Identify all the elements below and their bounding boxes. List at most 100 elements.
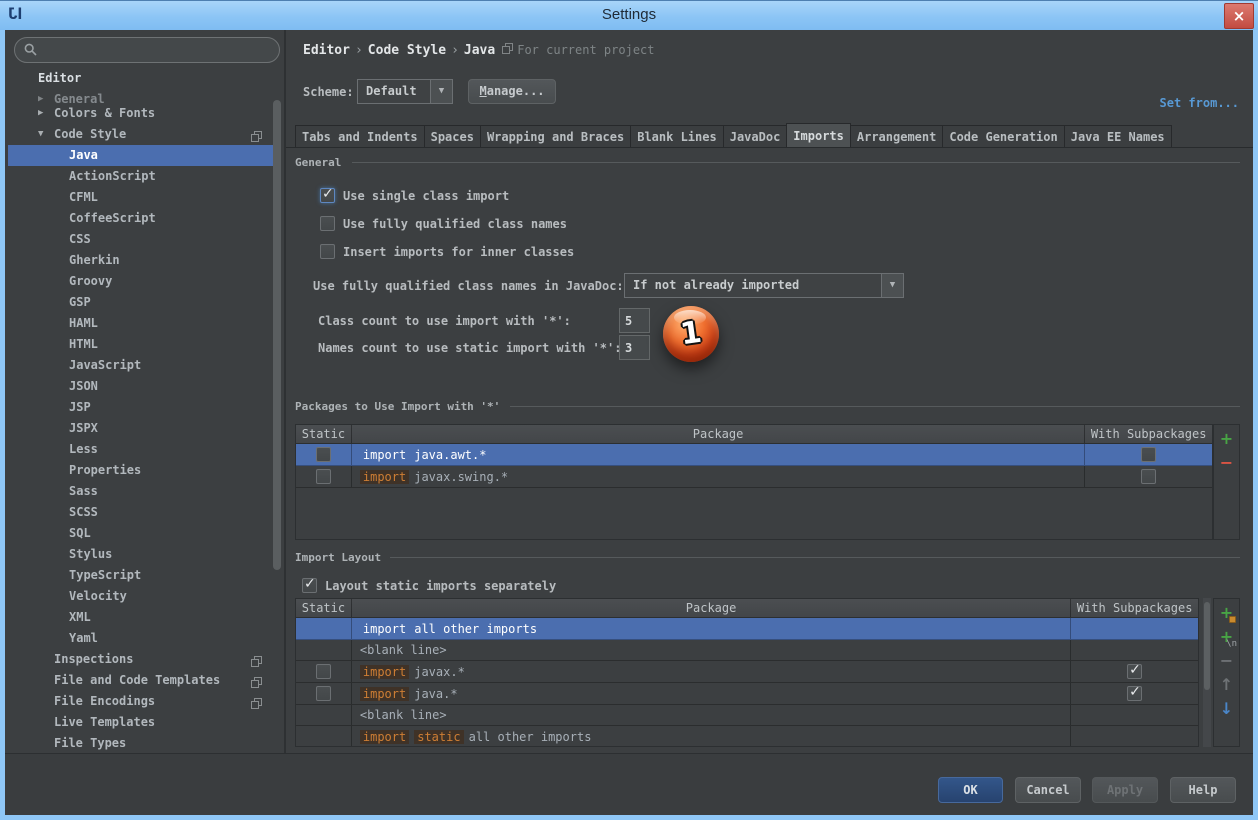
sidebar-item-html[interactable]: HTML	[5, 334, 284, 355]
static-checkbox[interactable]	[316, 686, 331, 701]
scrollbar-thumb[interactable]	[1204, 602, 1210, 690]
names-count-input[interactable]	[619, 335, 650, 360]
search-input[interactable]	[43, 40, 271, 60]
javadoc-select[interactable]: If not already imported ▼	[624, 273, 904, 298]
import-layout-table-row[interactable]: importjavax.*	[296, 661, 1198, 683]
sidebar-item-file-types[interactable]: File Types	[5, 733, 284, 753]
column-header-package[interactable]: Package	[352, 425, 1085, 443]
tab-wrapping-and-braces[interactable]: Wrapping and Braces	[480, 125, 631, 147]
manage-button[interactable]: Manage...	[468, 79, 556, 104]
breadcrumb-editor[interactable]: Editor	[303, 43, 350, 58]
static-checkbox[interactable]	[316, 469, 331, 484]
add-package-button[interactable]: +	[1214, 602, 1239, 626]
breadcrumb-java[interactable]: Java	[464, 43, 495, 58]
sidebar-item-typescript[interactable]: TypeScript	[5, 565, 284, 586]
sidebar-item-stylus[interactable]: Stylus	[5, 544, 284, 565]
tree-item-label: Less	[69, 442, 98, 456]
tab-imports[interactable]: Imports	[786, 123, 851, 147]
add-blank-line-button[interactable]: +\n	[1214, 626, 1239, 650]
subpackages-checkbox[interactable]	[1141, 469, 1156, 484]
sidebar-item-java[interactable]: Java	[5, 145, 284, 166]
use-fully-qualified-names-checkbox[interactable]	[320, 216, 335, 231]
sidebar-item-jspx[interactable]: JSPX	[5, 418, 284, 439]
sidebar-item-general[interactable]: ▶General	[5, 89, 284, 103]
import-layout-table-row[interactable]: importall other imports	[296, 618, 1198, 640]
sidebar-item-sql[interactable]: SQL	[5, 523, 284, 544]
sidebar-item-css[interactable]: CSS	[5, 229, 284, 250]
remove-button[interactable]: −	[1214, 452, 1239, 476]
sidebar-item-yaml[interactable]: Yaml	[5, 628, 284, 649]
apply-button[interactable]: Apply	[1092, 777, 1158, 803]
tab-code-generation[interactable]: Code Generation	[942, 125, 1064, 147]
sidebar-item-properties[interactable]: Properties	[5, 460, 284, 481]
sidebar-item-velocity[interactable]: Velocity	[5, 586, 284, 607]
sidebar-item-cfml[interactable]: CFML	[5, 187, 284, 208]
cancel-button[interactable]: Cancel	[1015, 777, 1081, 803]
sidebar-item-live-templates[interactable]: Live Templates	[5, 712, 284, 733]
import-layout-table-row[interactable]: importstaticall other imports	[296, 726, 1198, 747]
sidebar-item-javascript[interactable]: JavaScript	[5, 355, 284, 376]
scheme-select[interactable]: Default ▼	[357, 79, 453, 104]
sidebar-item-inspections[interactable]: Inspections	[5, 649, 284, 670]
use-single-class-import-checkbox[interactable]	[320, 188, 335, 203]
sidebar-item-colors-fonts[interactable]: ▶Colors & Fonts	[5, 103, 284, 124]
packages-table-row[interactable]: importjava.awt.*	[296, 444, 1212, 466]
tree-item-label: CFML	[69, 190, 98, 204]
sidebar-item-scss[interactable]: SCSS	[5, 502, 284, 523]
help-button[interactable]: Help	[1170, 777, 1236, 803]
sidebar-item-code-style[interactable]: ▼Code Style	[5, 124, 284, 145]
sidebar-item-coffeescript[interactable]: CoffeeScript	[5, 208, 284, 229]
insert-imports-inner-classes-checkbox[interactable]	[320, 244, 335, 259]
sidebar-item-file-encodings[interactable]: File Encodings	[5, 691, 284, 712]
column-header-static[interactable]: Static	[296, 425, 352, 443]
add-button[interactable]: +	[1214, 428, 1239, 452]
tab-tabs-and-indents[interactable]: Tabs and Indents	[295, 125, 425, 147]
sidebar-item-xml[interactable]: XML	[5, 607, 284, 628]
chevron-down-icon[interactable]: ▼	[430, 80, 452, 103]
tab-java-ee-names[interactable]: Java EE Names	[1064, 125, 1172, 147]
sidebar-item-haml[interactable]: HAML	[5, 313, 284, 334]
set-from-link[interactable]: Set from...	[1160, 96, 1239, 110]
sidebar-scrollbar[interactable]	[273, 100, 281, 570]
close-button[interactable]: ×	[1224, 3, 1254, 29]
move-up-button[interactable]: ↑	[1214, 674, 1239, 698]
layout-static-imports-checkbox[interactable]	[302, 578, 317, 593]
sidebar-item-less[interactable]: Less	[5, 439, 284, 460]
subpackages-checkbox[interactable]	[1127, 664, 1142, 679]
tab-javadoc[interactable]: JavaDoc	[723, 125, 788, 147]
packages-table-row[interactable]: importjavax.swing.*	[296, 466, 1212, 488]
sidebar-item-file-and-code-templates[interactable]: File and Code Templates	[5, 670, 284, 691]
static-checkbox[interactable]	[316, 664, 331, 679]
tab-blank-lines[interactable]: Blank Lines	[630, 125, 723, 147]
sidebar-item-actionscript[interactable]: ActionScript	[5, 166, 284, 187]
move-down-button[interactable]: ↓	[1214, 698, 1239, 722]
static-checkbox[interactable]	[316, 447, 331, 462]
remove-entry-button[interactable]: −	[1214, 650, 1239, 674]
chevron-down-icon[interactable]: ▼	[881, 274, 903, 297]
import-layout-table-row[interactable]: <blank line>	[296, 705, 1198, 726]
import-layout-table-scrollbar[interactable]	[1203, 598, 1211, 747]
sidebar-item-gsp[interactable]: GSP	[5, 292, 284, 313]
column-header-with-subpackages[interactable]: With Subpackages	[1071, 599, 1198, 617]
sidebar-item-json[interactable]: JSON	[5, 376, 284, 397]
class-count-input[interactable]	[619, 308, 650, 333]
breadcrumb-code-style[interactable]: Code Style	[368, 43, 446, 58]
column-header-static[interactable]: Static	[296, 599, 352, 617]
sidebar-item-jsp[interactable]: JSP	[5, 397, 284, 418]
import-layout-table-row[interactable]: importjava.*	[296, 683, 1198, 705]
subpackages-checkbox[interactable]	[1141, 447, 1156, 462]
search-field[interactable]	[14, 37, 280, 63]
sidebar-item-gherkin[interactable]: Gherkin	[5, 250, 284, 271]
column-header-with-subpackages[interactable]: With Subpackages	[1085, 425, 1212, 443]
tab-spaces[interactable]: Spaces	[424, 125, 481, 147]
import-layout-table-row[interactable]: <blank line>	[296, 640, 1198, 661]
general-group-title: General	[295, 156, 341, 169]
sidebar-item-editor[interactable]: Editor	[5, 68, 284, 89]
tab-arrangement[interactable]: Arrangement	[850, 125, 943, 147]
sidebar-item-sass[interactable]: Sass	[5, 481, 284, 502]
column-header-package[interactable]: Package	[352, 599, 1071, 617]
package-cell: importstaticall other imports	[352, 726, 1071, 747]
ok-button[interactable]: OK	[938, 777, 1003, 803]
sidebar-item-groovy[interactable]: Groovy	[5, 271, 284, 292]
subpackages-checkbox[interactable]	[1127, 686, 1142, 701]
